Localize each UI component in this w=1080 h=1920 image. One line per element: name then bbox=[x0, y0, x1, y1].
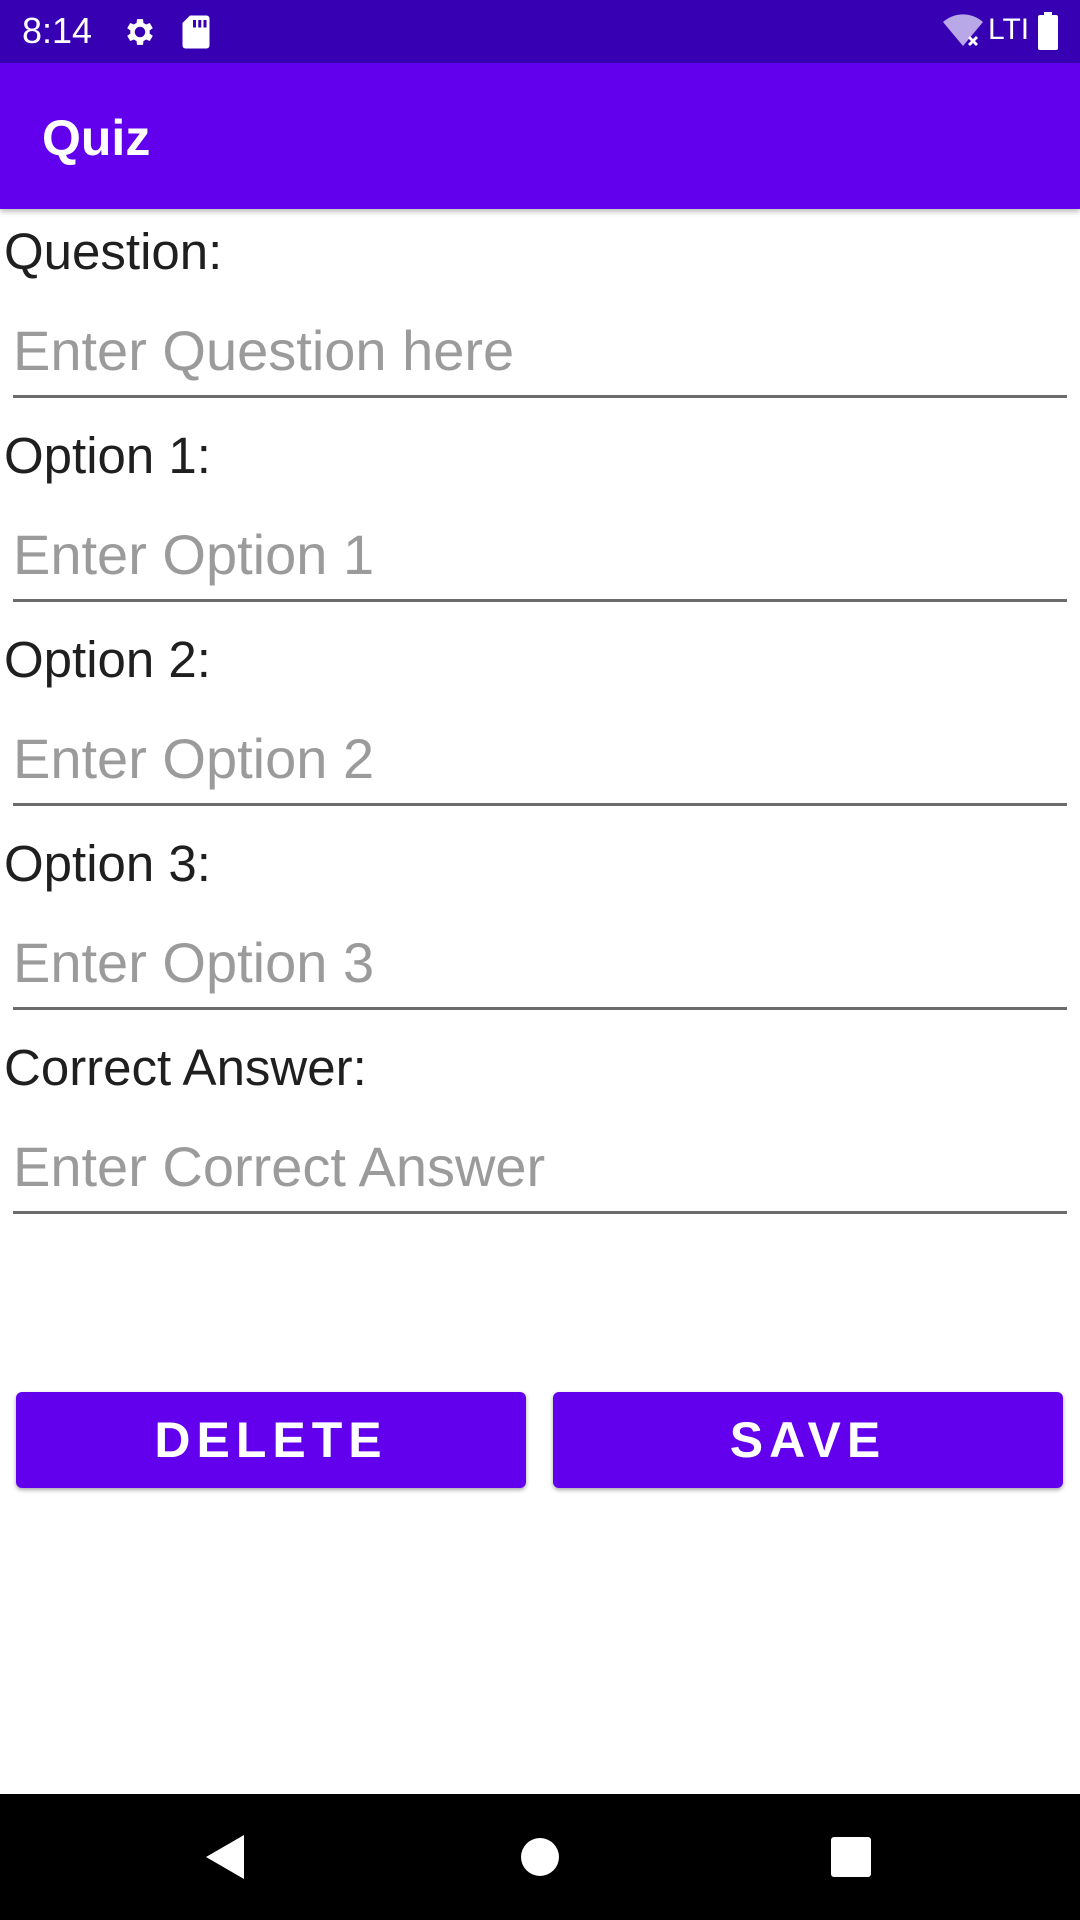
option-2-label: Option 2: bbox=[4, 631, 211, 688]
status-time: 8:14 bbox=[22, 10, 93, 51]
recents-icon[interactable] bbox=[818, 1824, 884, 1890]
correct-answer-input[interactable] bbox=[13, 1121, 1067, 1214]
navigation-bar bbox=[0, 1794, 1080, 1920]
battery-icon bbox=[1038, 12, 1058, 50]
sd-card-icon bbox=[182, 15, 210, 49]
option-1-label: Option 1: bbox=[4, 427, 211, 484]
save-button[interactable]: SAVE bbox=[553, 1392, 1063, 1488]
back-icon[interactable] bbox=[196, 1824, 262, 1890]
correct-answer-label: Correct Answer: bbox=[4, 1039, 367, 1096]
gear-icon bbox=[127, 19, 153, 45]
wifi-icon bbox=[943, 14, 983, 46]
app-bar: Quiz bbox=[0, 63, 1080, 209]
delete-button[interactable]: DELETE bbox=[16, 1392, 526, 1488]
status-bar: 8:14 LTI bbox=[0, 0, 1080, 63]
network-label: LTI bbox=[988, 13, 1030, 46]
app-title: Quiz bbox=[42, 110, 151, 166]
option-3-label: Option 3: bbox=[4, 835, 211, 892]
option-1-input[interactable] bbox=[13, 509, 1067, 602]
question-input[interactable] bbox=[13, 305, 1067, 398]
question-label: Question: bbox=[4, 223, 223, 280]
option-3-input[interactable] bbox=[13, 917, 1067, 1010]
option-2-input[interactable] bbox=[13, 713, 1067, 806]
home-icon[interactable] bbox=[507, 1824, 573, 1890]
